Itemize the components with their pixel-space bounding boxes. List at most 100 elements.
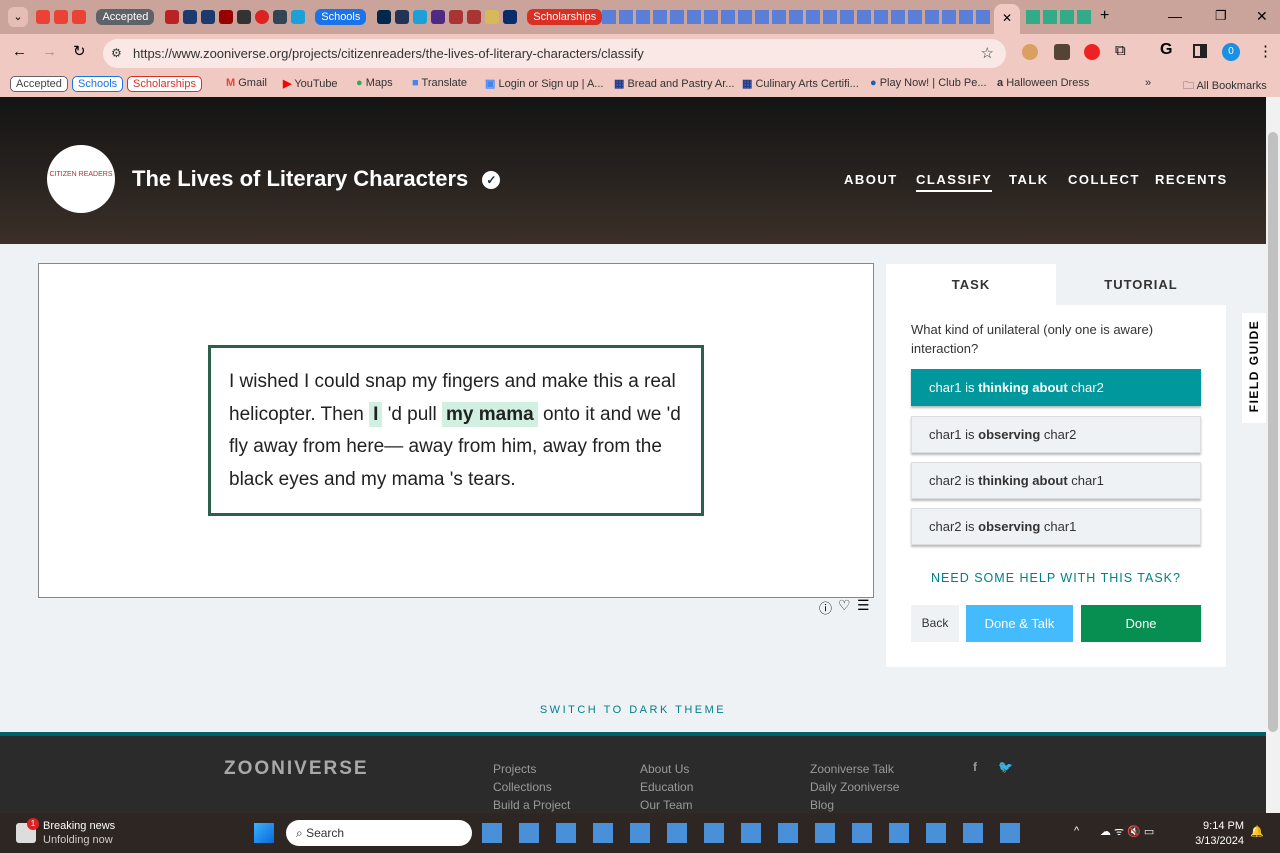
- tray-overflow-icon[interactable]: ^: [1074, 825, 1079, 837]
- extension-icon[interactable]: [1084, 44, 1100, 60]
- footer-link-talk[interactable]: Zooniverse Talk: [810, 762, 894, 776]
- pinned-tab-icons[interactable]: [602, 10, 992, 24]
- bookmark-gmail[interactable]: M Gmail: [226, 77, 267, 89]
- bookmark-star-icon[interactable]: ☆: [981, 39, 994, 68]
- site-tab-icon[interactable]: [164, 9, 179, 24]
- site-tab-icon[interactable]: [430, 9, 445, 24]
- footer-link-build[interactable]: Build a Project: [493, 798, 570, 812]
- back-button[interactable]: Back: [911, 605, 959, 642]
- site-tab-icon[interactable]: [466, 9, 481, 24]
- nav-classify[interactable]: CLASSIFY: [916, 172, 993, 192]
- bookmark-maps[interactable]: ● Maps: [356, 77, 393, 89]
- more-bookmarks-icon[interactable]: »: [1145, 77, 1151, 89]
- site-tab-icon[interactable]: [218, 9, 233, 24]
- done-button[interactable]: Done: [1081, 605, 1201, 642]
- address-bar[interactable]: ⚙ https://www.zooniverse.org/projects/ci…: [103, 39, 1006, 68]
- answer-char2-observing-char1[interactable]: char2 is observing char1: [911, 508, 1201, 545]
- back-icon[interactable]: ←: [12, 43, 27, 60]
- site-tab-icon[interactable]: [394, 9, 409, 24]
- gmail-tab-icon[interactable]: [36, 9, 50, 24]
- notifications-bell-icon[interactable]: 🔔: [1250, 825, 1264, 838]
- footer-link-team[interactable]: Our Team: [640, 798, 692, 812]
- nav-recents[interactable]: RECENTS: [1155, 172, 1228, 187]
- bookmark-halloween[interactable]: a Halloween Dress: [997, 77, 1089, 89]
- nav-talk[interactable]: TALK: [1009, 172, 1049, 187]
- site-tab-icon[interactable]: [502, 9, 517, 24]
- site-tab-icon[interactable]: [236, 9, 251, 24]
- site-tab-icon[interactable]: [200, 9, 215, 24]
- answer-char1-observing-char2[interactable]: char1 is observing char2: [911, 416, 1201, 453]
- done-and-talk-button[interactable]: Done & Talk: [966, 605, 1073, 642]
- bookmark-group-scholarships[interactable]: Scholarships: [127, 76, 202, 92]
- restore-button[interactable]: ❐: [1215, 8, 1227, 24]
- forward-icon[interactable]: →: [42, 43, 57, 60]
- menu-icon[interactable]: ⋮: [1258, 42, 1273, 60]
- bookmark-translate[interactable]: ■ Translate: [412, 77, 467, 89]
- site-settings-icon[interactable]: ⚙: [111, 39, 122, 68]
- task-help-link[interactable]: NEED SOME HELP WITH THIS TASK?: [886, 571, 1226, 585]
- site-tab-icon[interactable]: [484, 9, 499, 24]
- more-tab-icons[interactable]: [1026, 10, 1092, 24]
- side-panel-icon[interactable]: [1193, 44, 1207, 58]
- footer-link-projects[interactable]: Projects: [493, 762, 536, 776]
- profile-avatar[interactable]: 0: [1222, 43, 1240, 61]
- footer-link-blog[interactable]: Blog: [810, 798, 834, 812]
- gmail-tab-icon[interactable]: [54, 9, 68, 24]
- site-tab-icon[interactable]: [254, 9, 269, 24]
- bookmark-bread-pastry[interactable]: ▦ Bread and Pastry Ar...: [614, 77, 734, 90]
- tab-group-accepted[interactable]: Accepted: [96, 8, 155, 25]
- tab-task[interactable]: TASK: [886, 264, 1056, 305]
- tab-search-button[interactable]: ⌄: [8, 7, 28, 27]
- info-icon[interactable]: ⓘ: [819, 598, 832, 617]
- taskbar-app-icons[interactable]: [482, 823, 1022, 843]
- tray-status-icons[interactable]: ☁ ᯤ 🔇 ▭: [1100, 824, 1154, 839]
- footer-link-collections[interactable]: Collections: [493, 780, 552, 794]
- twitter-icon[interactable]: 🐦: [998, 760, 1013, 774]
- active-tab-close-icon[interactable]: ✕: [994, 4, 1020, 34]
- taskbar-search[interactable]: ⌕ Search: [286, 820, 472, 846]
- all-bookmarks[interactable]: 🗀 All Bookmarks: [1183, 77, 1267, 96]
- bookmark-culinary[interactable]: ▦ Culinary Arts Certifi...: [742, 77, 859, 90]
- project-logo[interactable]: CITIZEN READERS: [47, 145, 115, 213]
- footer-link-about[interactable]: About Us: [640, 762, 689, 776]
- site-tab-icon[interactable]: [272, 9, 287, 24]
- grammarly-icon[interactable]: G: [1160, 41, 1172, 59]
- nav-collect[interactable]: COLLECT: [1068, 172, 1140, 187]
- new-tab-button[interactable]: +: [1100, 7, 1109, 25]
- site-tab-icon[interactable]: [448, 9, 463, 24]
- reload-icon[interactable]: ↻: [73, 42, 86, 60]
- footer-link-daily[interactable]: Daily Zooniverse: [810, 780, 899, 794]
- page-scrollbar[interactable]: [1266, 97, 1280, 813]
- tab-group-scholarships[interactable]: Scholarships: [527, 8, 603, 25]
- field-guide-tab[interactable]: FIELD GUIDE: [1242, 313, 1266, 423]
- extensions-puzzle-icon[interactable]: ⧉: [1115, 42, 1126, 59]
- gmail-tab-icon[interactable]: [72, 9, 86, 24]
- bookmark-youtube[interactable]: ▶ YouTube: [283, 77, 338, 90]
- extension-icon[interactable]: [1022, 44, 1038, 60]
- answer-char2-thinking-about-char1[interactable]: char2 is thinking about char1: [911, 462, 1201, 499]
- site-tab-icon[interactable]: [182, 9, 197, 24]
- bookmark-group-accepted[interactable]: Accepted: [10, 76, 68, 92]
- nav-about[interactable]: ABOUT: [844, 172, 898, 187]
- favorite-heart-icon[interactable]: ♡: [838, 597, 851, 614]
- extension-icon[interactable]: [1054, 44, 1070, 60]
- bookmark-club-penguin[interactable]: ● Play Now! | Club Pe...: [870, 77, 987, 89]
- start-button[interactable]: [254, 823, 274, 843]
- answer-char1-thinking-about-char2[interactable]: char1 is thinking about char2: [911, 369, 1201, 406]
- bookmark-login[interactable]: ▣ Login or Sign up | A...: [485, 77, 603, 90]
- facebook-icon[interactable]: f: [973, 760, 977, 774]
- clock-date[interactable]: 3/13/2024: [1190, 835, 1244, 847]
- clock-time[interactable]: 9:14 PM: [1190, 820, 1244, 832]
- site-tab-icon[interactable]: [376, 9, 391, 24]
- switch-theme-link[interactable]: SWITCH TO DARK THEME: [0, 704, 1266, 716]
- zooniverse-logo[interactable]: ZOONIVERSE: [224, 758, 369, 780]
- footer-link-education[interactable]: Education: [640, 780, 693, 794]
- collections-list-icon[interactable]: ☰: [857, 597, 870, 614]
- close-window-button[interactable]: ✕: [1256, 8, 1268, 25]
- minimize-button[interactable]: —: [1168, 8, 1182, 24]
- site-tab-icon[interactable]: [412, 9, 427, 24]
- project-title[interactable]: The Lives of Literary Characters ✓: [132, 166, 501, 192]
- tab-group-schools[interactable]: Schools: [315, 8, 367, 25]
- tab-tutorial[interactable]: TUTORIAL: [1056, 264, 1226, 305]
- news-title[interactable]: Breaking news: [43, 820, 115, 832]
